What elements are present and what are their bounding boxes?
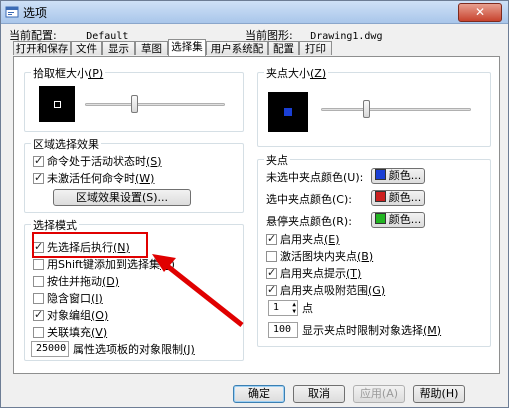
checkbox-box[interactable]: [266, 266, 277, 279]
app-icon: [5, 6, 19, 18]
checkbox-box[interactable]: [33, 326, 44, 338]
enable-grips-checkbox[interactable]: 启用夹点(E): [266, 232, 340, 246]
object-grouping-checkbox[interactable]: 对象编组(O): [33, 308, 108, 322]
grip-size-group: 夹点大小(Z): [257, 65, 491, 147]
close-button[interactable]: ✕: [458, 3, 502, 22]
tab-display[interactable]: 显示: [102, 41, 135, 55]
grip-tips-checkbox[interactable]: 启用夹点提示(T): [266, 266, 361, 280]
options-dialog: 选项 ✕ 当前配置: Default 当前图形: Drawing1.dwg 打开…: [0, 0, 509, 408]
grip-square-icon: [284, 108, 292, 116]
grip-size-title: 夹点大小(Z): [264, 65, 329, 81]
apply-button[interactable]: 应用(A): [353, 385, 405, 403]
close-icon: ✕: [474, 5, 486, 19]
ok-button[interactable]: 确定: [233, 385, 285, 403]
grip-preview: [268, 92, 308, 132]
pickbox-preview: [39, 86, 75, 122]
green-swatch-icon: [374, 213, 386, 224]
checkbox-box[interactable]: [33, 171, 44, 184]
help-button[interactable]: 帮助(H): [413, 385, 465, 403]
title-bar[interactable]: 选项 ✕: [1, 1, 508, 24]
pickbox-size-title: 拾取框大小(P): [31, 65, 106, 81]
pickbox-slider-track[interactable]: [85, 103, 225, 106]
selection-preview-title: 区域选择效果: [31, 136, 101, 152]
selected-grip-color-button[interactable]: 颜色...: [371, 190, 425, 206]
grips-group: 夹点 未选中夹点颜色 (U): 颜色... 选中夹点颜色 (C): 颜色... 悬停…: [257, 152, 491, 347]
grip-size-slider-thumb[interactable]: [363, 100, 370, 118]
associative-hatch-checkbox[interactable]: 关联填充 (V): [33, 325, 107, 339]
properties-object-limit-label: 属性选项板的对象限制 (J): [73, 342, 195, 357]
grip-object-limit-input[interactable]: 100: [268, 322, 298, 338]
grip-object-limit-label: 显示夹点时限制对象选择 (M): [302, 323, 442, 338]
checkbox-box[interactable]: [33, 292, 44, 304]
checkbox-box[interactable]: [266, 283, 277, 296]
checkbox-box[interactable]: [266, 250, 277, 262]
implied-windowing-checkbox[interactable]: 隐含窗口 (I): [33, 291, 103, 305]
hover-grip-color-button[interactable]: 颜色...: [371, 212, 425, 228]
grip-size-slider-track[interactable]: [321, 108, 471, 111]
snap-range-unit-label: 点: [302, 302, 313, 315]
selected-grip-color-label: 选中夹点颜色 (C):: [266, 192, 352, 207]
press-and-drag-checkbox[interactable]: 按住并拖动 (D): [33, 274, 119, 288]
cancel-button[interactable]: 取消: [293, 385, 345, 403]
tab-selection[interactable]: 选择集: [168, 39, 206, 56]
window-title: 选项: [23, 6, 48, 20]
tab-profiles[interactable]: 配置: [268, 41, 299, 55]
checkbox-box[interactable]: [33, 275, 44, 287]
snap-range-spinner[interactable]: 1 ▲ ▼: [268, 300, 298, 316]
spinner-arrows-icon[interactable]: ▲ ▼: [292, 301, 296, 315]
pickbox-slider-thumb[interactable]: [131, 95, 138, 113]
visual-effect-settings-button[interactable]: 区域效果设置(S)...: [53, 189, 191, 206]
checkbox-box[interactable]: [33, 154, 44, 167]
shift-add-selection-checkbox[interactable]: 用Shift键添加到选择集 (F): [33, 257, 175, 271]
tab-drafting[interactable]: 草图: [135, 41, 168, 55]
tab-files[interactable]: 文件: [71, 41, 102, 55]
checkbox-box[interactable]: [33, 308, 44, 321]
pickbox-square-icon: [54, 101, 61, 108]
selection-preview-group: 区域选择效果 命令处于活动状态时(S) 未激活任何命令时(W) 区域效果设置(S…: [24, 136, 244, 213]
grip-snap-range-checkbox[interactable]: 启用夹点吸附范围(G): [266, 283, 385, 297]
preview-active-command-checkbox[interactable]: 命令处于活动状态时(S): [33, 154, 162, 168]
tab-user-preferences[interactable]: 用户系统配置: [206, 41, 268, 69]
tab-open-save[interactable]: 打开和保存: [13, 41, 71, 55]
selection-modes-title: 选择模式: [31, 217, 79, 233]
highlight-box: [32, 232, 148, 258]
preview-no-command-checkbox[interactable]: 未激活任何命令时(W): [33, 171, 154, 185]
grips-within-blocks-checkbox[interactable]: 激活图块内夹点 (B): [266, 249, 373, 263]
tab-plot[interactable]: 打印: [299, 41, 332, 55]
unselected-grip-color-button[interactable]: 颜色...: [371, 168, 425, 184]
selection-tab-panel: 拾取框大小(P) 区域选择效果 命令处于活动状态时(S) 未激活任何命令时(W)…: [13, 56, 500, 374]
properties-object-limit-input[interactable]: 25000: [31, 341, 69, 357]
red-swatch-icon: [374, 191, 386, 202]
hover-grip-color-label: 悬停夹点颜色 (R):: [266, 214, 352, 229]
checkbox-box[interactable]: [33, 258, 44, 270]
unselected-grip-color-label: 未选中夹点颜色 (U):: [266, 170, 364, 185]
checkbox-box[interactable]: [266, 232, 277, 245]
pickbox-size-group: 拾取框大小(P): [24, 65, 244, 132]
blue-swatch-icon: [374, 169, 386, 180]
grips-title: 夹点: [264, 152, 290, 168]
